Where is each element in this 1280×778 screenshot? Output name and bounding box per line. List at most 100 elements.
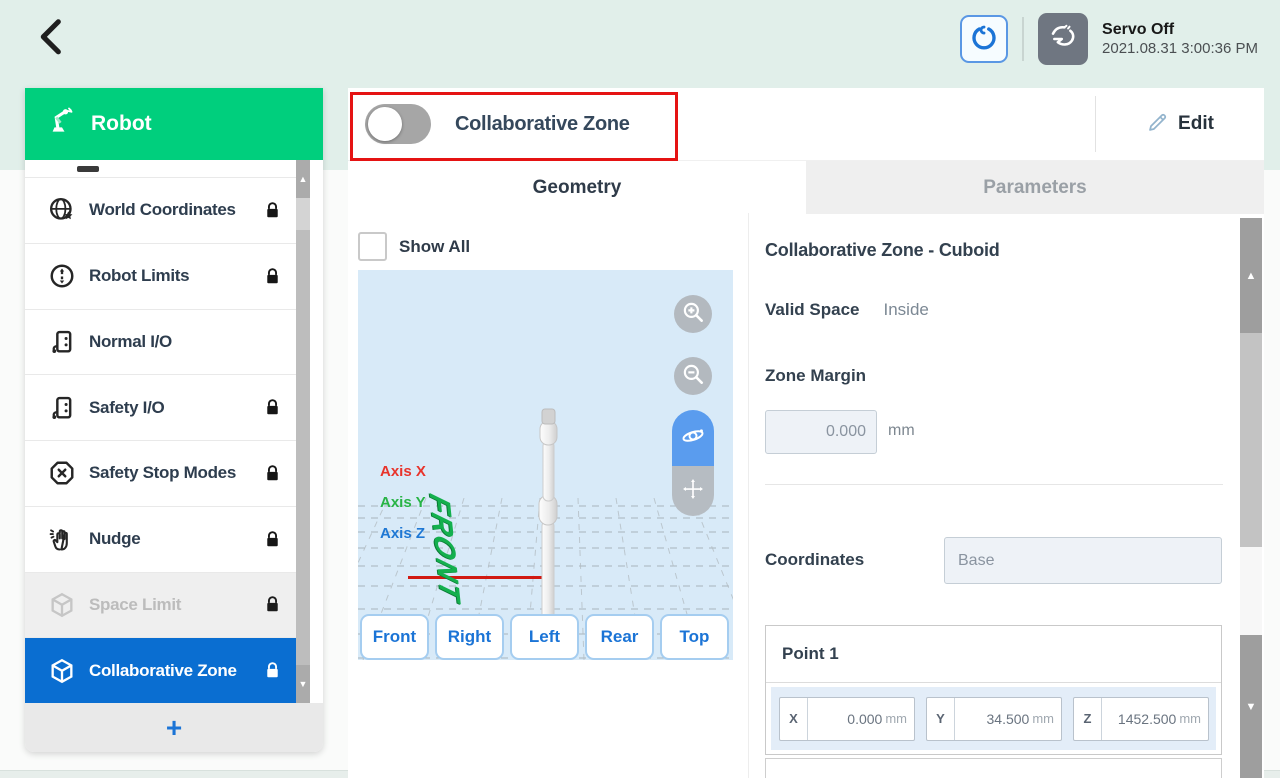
sidebar-item-robot-limits[interactable]: Robot Limits [25,244,296,310]
gripper-icon [969,23,999,56]
collaborative-zone-toggle[interactable] [365,104,431,144]
sidebar-scroll-up-button[interactable]: ▲ [296,160,310,198]
point-y-field[interactable]: Y 34.500 mm [926,697,1062,741]
topbar-divider [1022,17,1024,61]
sidebar-scrollbar: ▲ ▼ [296,160,310,703]
back-button[interactable] [28,12,76,64]
tab-bar: Geometry Parameters [348,161,1264,214]
orbit-icon [679,422,707,455]
manual-mode-button[interactable] [1038,13,1088,65]
show-all-checkbox[interactable]: Show All [358,232,470,261]
checkbox-box[interactable] [358,232,387,261]
point-z-value: 1452.500 [1102,711,1176,727]
axis-z-label: Z [1074,698,1102,740]
zone-details-section: Collaborative Zone - Cuboid Valid Space … [749,213,1240,778]
tab-geometry[interactable]: Geometry [348,161,806,214]
robot-arm-icon [47,106,77,142]
sidebar-item-world-coordinates[interactable]: World Coordinates [25,178,296,244]
point-y-value: 34.500 [955,711,1029,727]
point-y-unit: mm [1032,711,1054,726]
point-z-field[interactable]: Z 1452.500 mm [1073,697,1209,741]
axis-legend: Axis X Axis Y Axis Z [380,463,426,542]
sidebar-item-safety-io[interactable]: Safety I/O [25,375,296,441]
io-board-icon [47,393,77,423]
gripper-button[interactable] [960,15,1008,63]
view-rear-button[interactable]: Rear [585,614,654,660]
details-scroll-up-button[interactable]: ▲ [1240,218,1262,333]
sidebar-title: Robot [91,112,152,136]
partial-icon-fragment [77,166,99,172]
sidebar-header: Robot [25,88,323,160]
robot-3d-viewer[interactable]: Axis X Axis Y Axis Z FRONT [358,270,733,660]
zone-margin-input[interactable]: 0.000 [765,410,877,454]
servo-status-text: Servo Off [1102,20,1258,40]
zone-title: Collaborative Zone - Cuboid [765,240,1000,261]
axis-z-legend: Axis Z [380,525,426,542]
point-z-unit: mm [1179,711,1201,726]
sidebar-item-label: Safety Stop Modes [89,463,260,483]
sidebar-item-space-limit[interactable]: Space Limit [25,573,296,639]
valid-space-row: Valid Space Inside [765,300,929,320]
stop-octagon-icon [47,458,77,488]
section-divider [765,484,1223,485]
pan-arrows-icon [680,476,706,507]
view-control-pill [672,410,714,516]
add-item-button[interactable]: + [25,703,323,752]
robot-status: Servo Off 2021.08.31 3:00:36 PM [1102,20,1258,59]
point-1-box: Point 1 X 0.000 mm Y 34.500 mm Z [765,625,1222,755]
lock-icon [260,595,282,614]
topbar-status-cluster: Servo Off 2021.08.31 3:00:36 PM [960,8,1258,70]
axis-x-label: X [780,698,808,740]
point-x-unit: mm [885,711,907,726]
zoom-in-button[interactable] [674,295,712,333]
axis-y-label: Y [927,698,955,740]
point-box-divider [766,682,1221,683]
magnifier-plus-icon [680,299,706,330]
zoom-out-button[interactable] [674,357,712,395]
world-coordinates-icon [47,195,77,225]
point-1-fields-row: X 0.000 mm Y 34.500 mm Z 1452.500 mm [771,687,1216,750]
rotate-view-button[interactable] [672,410,714,466]
valid-space-value: Inside [884,300,929,320]
tab-parameters[interactable]: Parameters [806,161,1264,214]
collaborative-zone-panel: Collaborative Zone Edit Geometry Paramet… [348,88,1264,778]
sidebar-item-label: Robot Limits [89,266,260,286]
back-chevron-icon [33,15,71,62]
sidebar-item-label: World Coordinates [89,200,260,220]
sidebar-item-label: Normal I/O [89,332,282,352]
view-top-button[interactable]: Top [660,614,729,660]
details-scrollbar: ▲ ▼ [1240,218,1262,778]
coordinates-select[interactable]: Base [944,537,1222,584]
sidebar-rows: World Coordinates Robot Limits [25,160,296,703]
nudge-hand-icon [47,524,77,554]
pan-view-button[interactable] [672,466,714,516]
zone-margin-label: Zone Margin [765,366,866,386]
sidebar-item-label: Safety I/O [89,398,260,418]
view-front-button[interactable]: Front [360,614,429,660]
view-left-button[interactable]: Left [510,614,579,660]
geometry-section: Show All [348,213,748,778]
view-buttons-row: Front Right Left Rear Top [358,614,733,660]
coordinates-value: Base [958,552,994,570]
app-root: Servo Off 2021.08.31 3:00:36 PM Robot Wo… [0,0,1280,778]
sidebar-item-collaborative-zone[interactable]: Collaborative Zone [25,638,296,703]
details-scroll-thumb[interactable] [1240,333,1262,547]
coordinates-label: Coordinates [765,550,864,570]
sidebar-item-nudge[interactable]: Nudge [25,507,296,573]
sidebar-scroll-thumb[interactable] [296,230,310,665]
magnifier-minus-icon [680,361,706,392]
sidebar-item-normal-io[interactable]: Normal I/O [25,310,296,376]
lock-icon [260,530,282,549]
zone-margin-value: 0.000 [826,423,866,441]
sidebar-scroll-down-button[interactable]: ▼ [296,665,310,703]
edit-button[interactable]: Edit [1096,88,1264,160]
lock-icon [260,398,282,417]
sidebar-item-safety-stop-modes[interactable]: Safety Stop Modes [25,441,296,507]
view-right-button[interactable]: Right [435,614,504,660]
hand-gesture-icon [1047,21,1079,58]
status-timestamp: 2021.08.31 3:00:36 PM [1102,40,1258,59]
point-x-field[interactable]: X 0.000 mm [779,697,915,741]
details-scroll-down-button[interactable]: ▼ [1240,635,1262,778]
point-2-box-partial [765,758,1222,778]
lock-icon [260,464,282,483]
